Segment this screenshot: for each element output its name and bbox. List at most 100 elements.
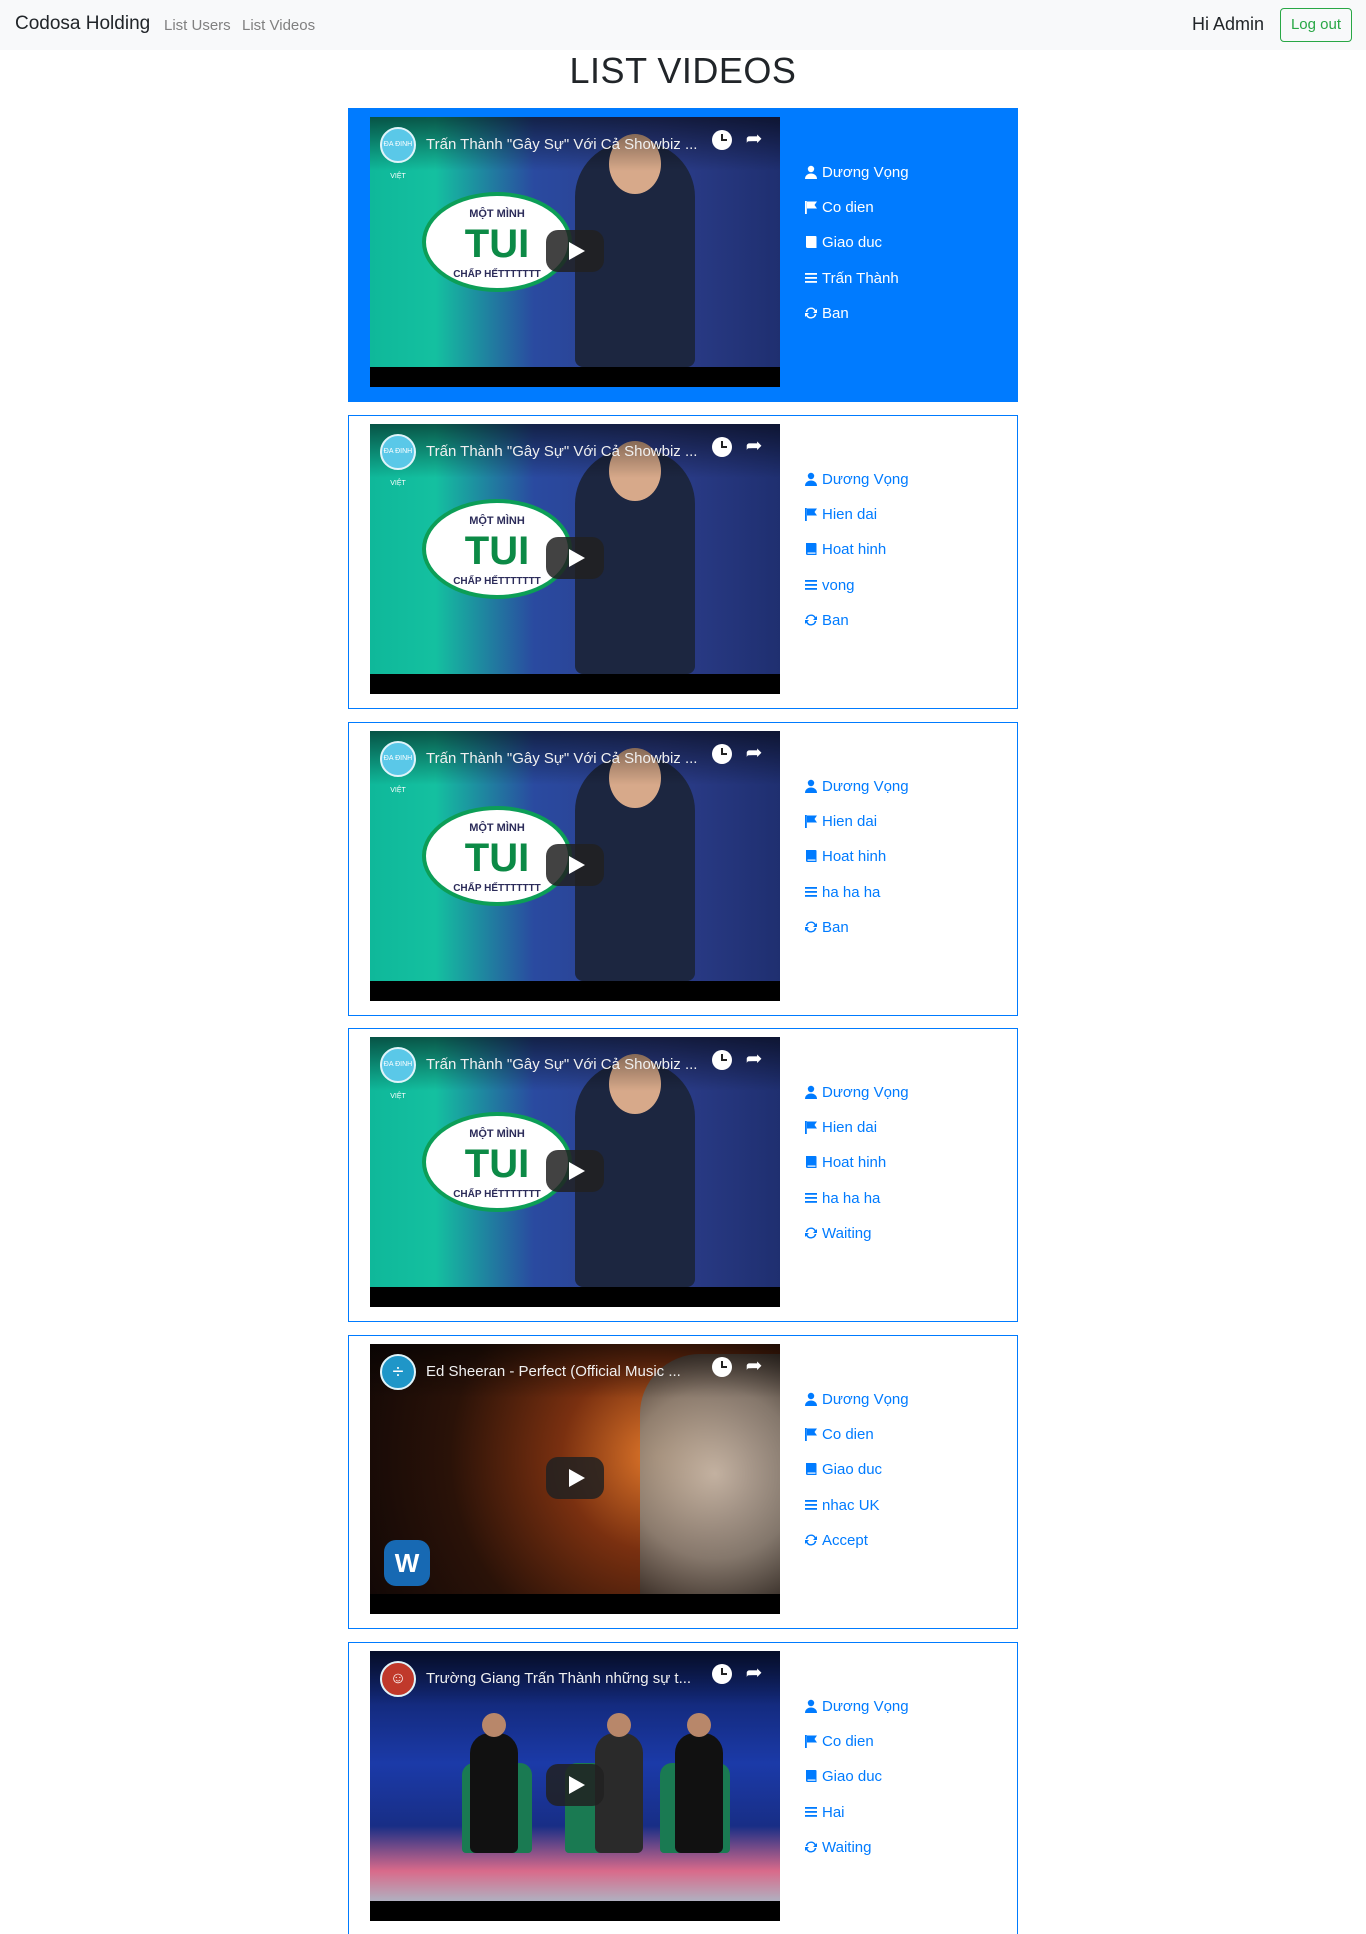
meta-style[interactable]: Co dien — [804, 199, 874, 219]
meta-category-value: Giao duc — [822, 1768, 883, 1785]
page-title: LIST VIDEOS — [569, 50, 797, 91]
meta-description[interactable]: vong — [804, 577, 855, 597]
meta-description[interactable]: ha ha ha — [804, 1190, 880, 1210]
meta-author[interactable]: Dương Vọng — [804, 1391, 909, 1411]
video-title[interactable]: Trấn Thành "Gây Sự" Với Cả Showbiz ... — [426, 443, 716, 460]
meta-description[interactable]: Hai — [804, 1804, 845, 1824]
watch-later-icon[interactable] — [712, 1357, 732, 1377]
refresh-icon — [804, 1533, 820, 1547]
play-button[interactable] — [546, 537, 604, 579]
user-icon — [804, 779, 820, 793]
meta-description-value: ha ha ha — [822, 1190, 881, 1207]
flag-icon — [804, 1734, 820, 1748]
share-icon[interactable]: ➦ — [742, 1354, 766, 1378]
meta-status[interactable]: Ban — [804, 919, 849, 939]
watch-later-icon[interactable] — [712, 1664, 732, 1684]
list-icon — [804, 578, 820, 592]
video-card[interactable]: MỘT MÌNH TUI CHẤP HẾTTTTTTT ĐA ĐINH VIỆT Trấ… — [348, 108, 1018, 402]
refresh-icon — [804, 920, 820, 934]
channel-avatar[interactable]: ĐA ĐINH VIỆT — [380, 127, 416, 180]
meta-author-value: Dương Vọng — [822, 471, 909, 488]
brand-link[interactable]: Codosa Holding — [15, 13, 150, 35]
channel-avatar[interactable]: ĐA ĐINH VIỆT — [380, 741, 416, 794]
video-card[interactable]: ☺ Trường Giang Trấn Thành những sự t... ➦ D… — [348, 1642, 1018, 1934]
video-card[interactable]: MỘT MÌNH TUI CHẤP HẾTTTTTTT ĐA ĐINH VIỆT Trấ… — [348, 1028, 1018, 1322]
meta-status[interactable]: Ban — [804, 305, 849, 325]
meta-description[interactable]: nhac UK — [804, 1497, 880, 1517]
refresh-icon — [804, 613, 820, 627]
share-icon[interactable]: ➦ — [742, 1661, 766, 1685]
meta-status[interactable]: Ban — [804, 612, 849, 632]
play-button[interactable] — [546, 230, 604, 272]
watch-later-icon[interactable] — [712, 130, 732, 150]
meta-category[interactable]: Hoat hinh — [804, 848, 886, 868]
book-icon — [804, 1769, 820, 1783]
channel-avatar[interactable]: ĐA ĐINH VIỆT — [380, 434, 416, 487]
book-icon — [804, 1155, 820, 1169]
meta-author[interactable]: Dương Vọng — [804, 1084, 909, 1104]
meta-style[interactable]: Hien dai — [804, 1119, 877, 1139]
meta-author[interactable]: Dương Vọng — [804, 1698, 909, 1718]
video-player[interactable]: MỘT MÌNH TUI CHẤP HẾTTTTTTT ĐA ĐINH VIỆT Trấ… — [370, 1037, 780, 1307]
meta-style-value: Co dien — [822, 199, 874, 216]
video-player[interactable]: MỘT MÌNH TUI CHẤP HẾTTTTTTT ĐA ĐINH VIỆT Trấ… — [370, 424, 780, 694]
play-button[interactable] — [546, 1764, 604, 1806]
list-icon — [804, 885, 820, 899]
meta-category[interactable]: Hoat hinh — [804, 1154, 886, 1174]
meta-style[interactable]: Hien dai — [804, 813, 877, 833]
channel-avatar[interactable]: ÷ — [380, 1354, 416, 1390]
meta-status[interactable]: Accept — [804, 1532, 868, 1552]
watch-later-icon[interactable] — [712, 437, 732, 457]
meta-style[interactable]: Co dien — [804, 1733, 874, 1753]
share-icon[interactable]: ➦ — [742, 434, 766, 458]
video-card[interactable]: MỘT MÌNH TUI CHẤP HẾTTTTTTT ĐA ĐINH VIỆT Trấ… — [348, 415, 1018, 709]
video-player[interactable]: MỘT MÌNH TUI CHẤP HẾTTTTTTT ĐA ĐINH VIỆT Trấ… — [370, 117, 780, 387]
meta-category[interactable]: Hoat hinh — [804, 541, 886, 561]
video-title[interactable]: Ed Sheeran - Perfect (Official Music ... — [426, 1363, 716, 1380]
play-button[interactable] — [546, 1150, 604, 1192]
meta-status-value: Ban — [822, 919, 849, 936]
play-button[interactable] — [546, 844, 604, 886]
meta-author-value: Dương Vọng — [822, 778, 909, 795]
watch-later-icon[interactable] — [712, 1050, 732, 1070]
meta-status[interactable]: Waiting — [804, 1225, 871, 1245]
meta-category-value: Giao duc — [822, 1461, 883, 1478]
share-icon[interactable]: ➦ — [742, 127, 766, 151]
watch-later-icon[interactable] — [712, 744, 732, 764]
meta-author[interactable]: Dương Vọng — [804, 778, 909, 798]
video-player[interactable]: MỘT MÌNH TUI CHẤP HẾTTTTTTT ĐA ĐINH VIỆT Trấ… — [370, 731, 780, 1001]
meta-status-value: Waiting — [822, 1839, 872, 1856]
nav-link-list-videos[interactable]: List Videos — [242, 17, 315, 34]
channel-avatar[interactable]: ĐA ĐINH VIỆT — [380, 1047, 416, 1100]
navbar: Codosa Holding List Users List Videos Hi… — [0, 0, 1366, 50]
meta-status[interactable]: Waiting — [804, 1839, 871, 1859]
nav-link-list-users[interactable]: List Users — [164, 17, 231, 34]
meta-style[interactable]: Co dien — [804, 1426, 874, 1446]
play-button[interactable] — [546, 1457, 604, 1499]
meta-description-value: nhac UK — [822, 1497, 880, 1514]
meta-status-value: Waiting — [822, 1225, 872, 1242]
logout-button[interactable]: Log out — [1280, 8, 1352, 42]
video-card[interactable]: W ÷ Ed Sheeran - Perfect (Official Music .… — [348, 1335, 1018, 1629]
meta-description-value: Hai — [822, 1804, 845, 1821]
video-player[interactable]: ☺ Trường Giang Trấn Thành những sự t... ➦ — [370, 1651, 780, 1921]
video-title[interactable]: Trấn Thành "Gây Sự" Với Cả Showbiz ... — [426, 750, 716, 767]
share-icon[interactable]: ➦ — [742, 1047, 766, 1071]
meta-category[interactable]: Giao duc — [804, 1768, 882, 1788]
meta-author[interactable]: Dương Vọng — [804, 164, 909, 184]
meta-category-value: Hoat hinh — [822, 848, 887, 865]
meta-author[interactable]: Dương Vọng — [804, 471, 909, 491]
video-player[interactable]: W ÷ Ed Sheeran - Perfect (Official Music .… — [370, 1344, 780, 1614]
video-card[interactable]: MỘT MÌNH TUI CHẤP HẾTTTTTTT ĐA ĐINH VIỆT Trấ… — [348, 722, 1018, 1016]
channel-avatar[interactable]: ☺ — [380, 1661, 416, 1697]
meta-description[interactable]: ha ha ha — [804, 884, 880, 904]
video-title[interactable]: Trường Giang Trấn Thành những sự t... — [426, 1670, 716, 1687]
meta-category[interactable]: Giao duc — [804, 1461, 882, 1481]
meta-category[interactable]: Giao duc — [804, 234, 882, 254]
meta-style[interactable]: Hien dai — [804, 506, 877, 526]
user-icon — [804, 1699, 820, 1713]
meta-description[interactable]: Trấn Thành — [804, 270, 899, 290]
video-title[interactable]: Trấn Thành "Gây Sự" Với Cả Showbiz ... — [426, 136, 716, 153]
video-title[interactable]: Trấn Thành "Gây Sự" Với Cả Showbiz ... — [426, 1056, 716, 1073]
share-icon[interactable]: ➦ — [742, 741, 766, 765]
